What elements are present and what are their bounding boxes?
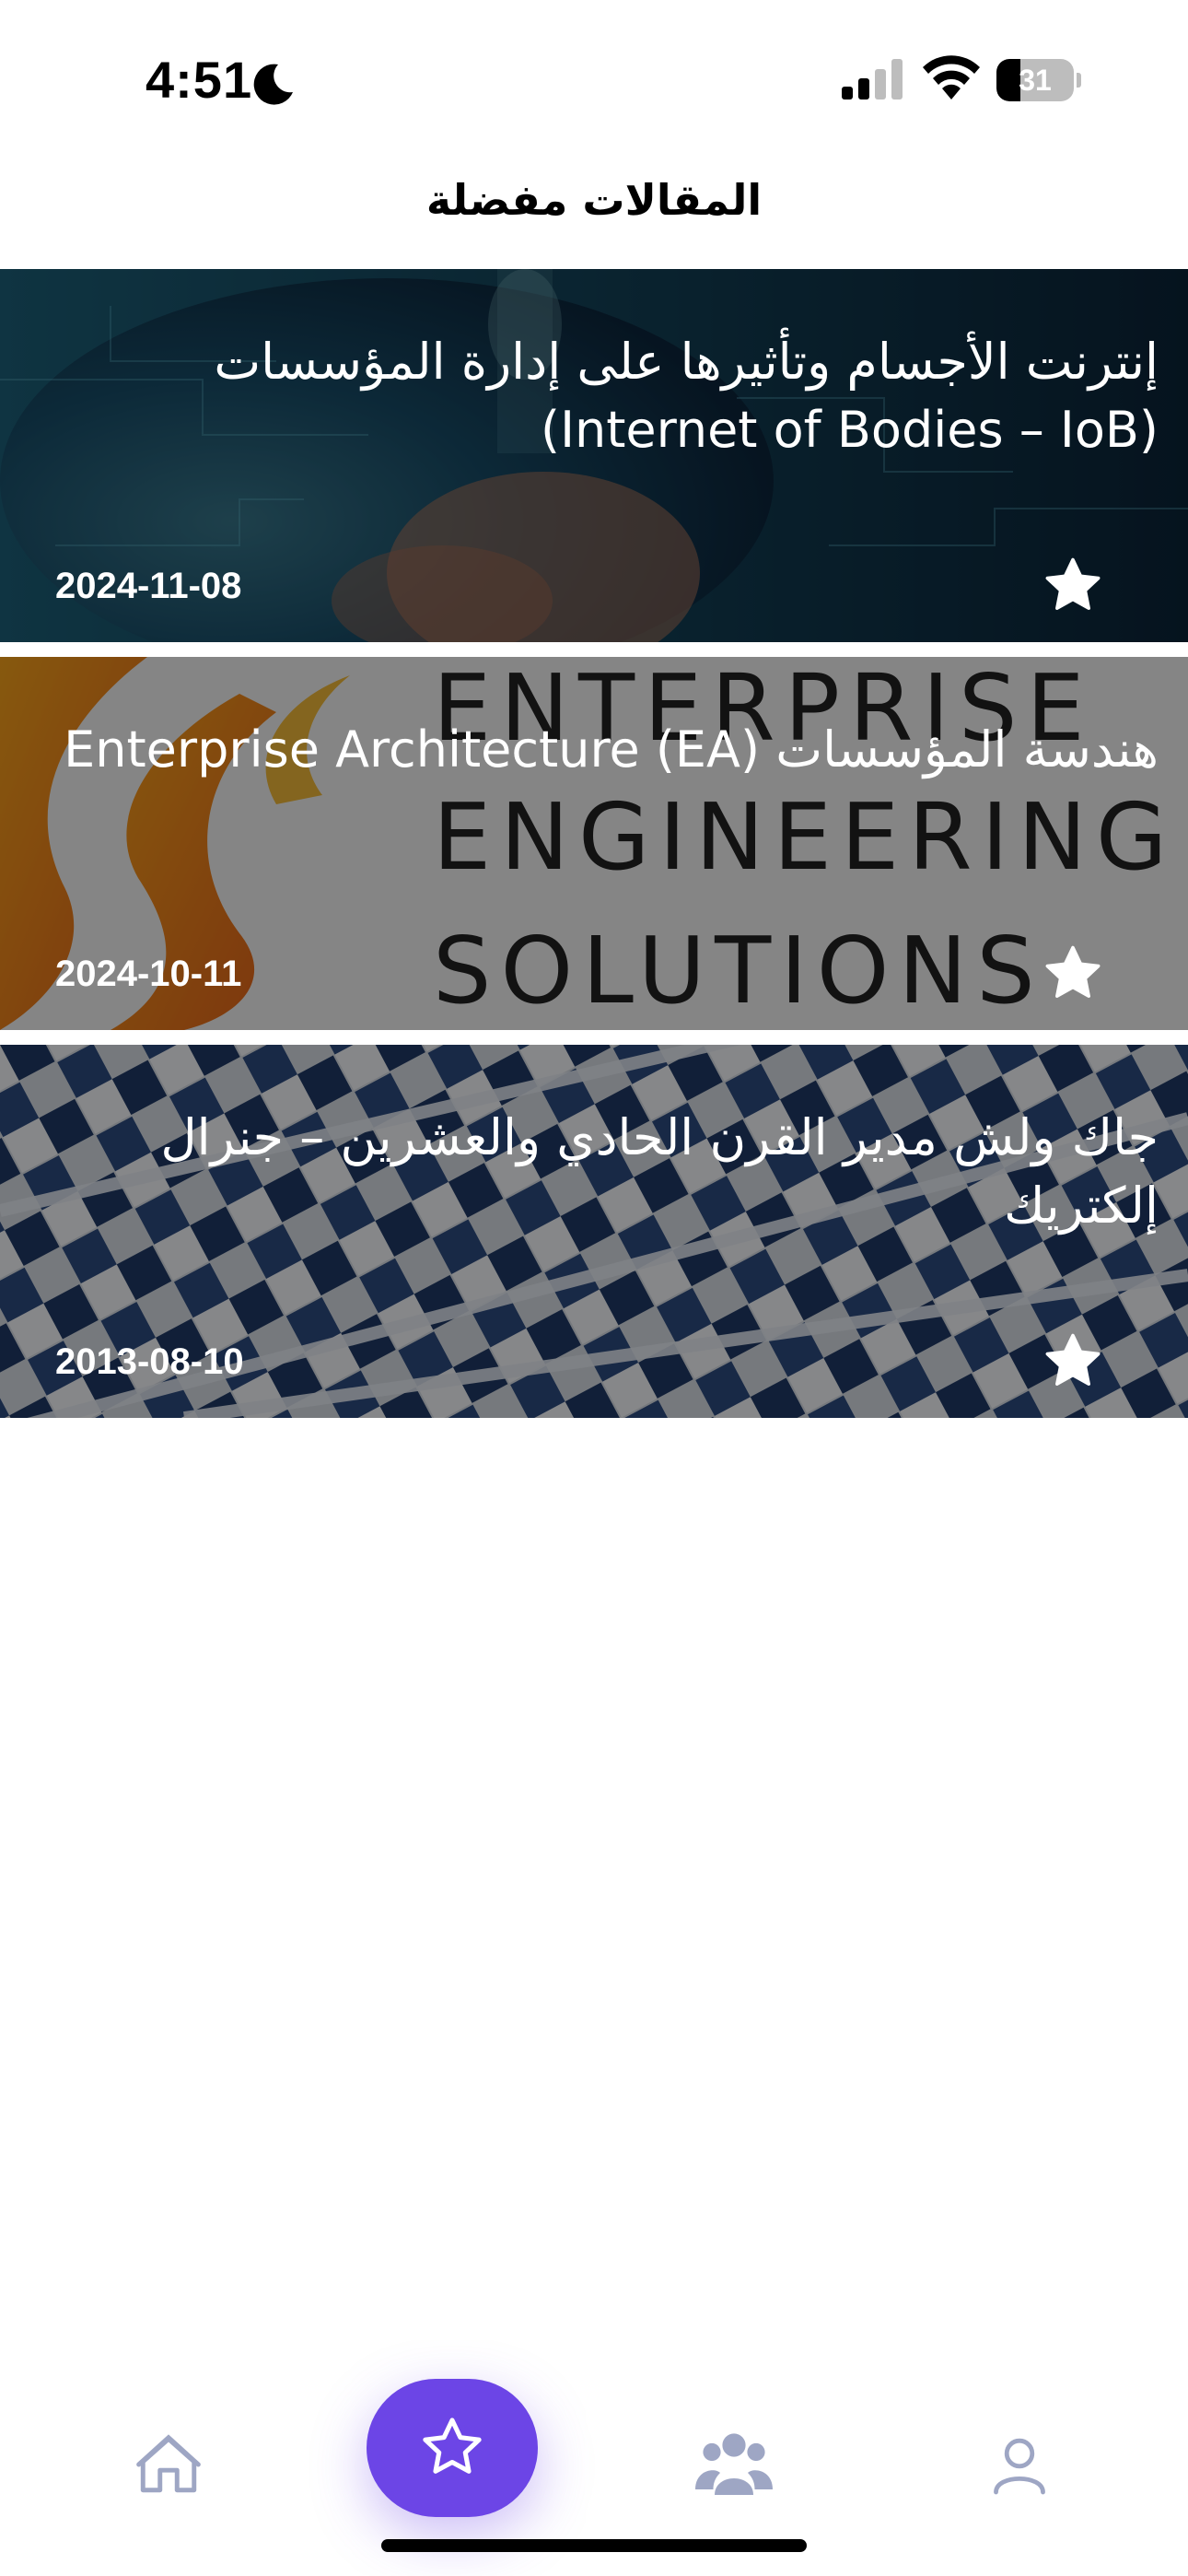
favorite-star-icon[interactable] [1041, 942, 1105, 1006]
article-card[interactable]: إنترنت الأجسام وتأثيرها على إدارة المؤسس… [0, 269, 1188, 642]
home-indicator[interactable] [381, 2539, 807, 2552]
profile-icon [994, 2438, 1045, 2495]
article-card[interactable]: ENTERPRISE ENGINEERING SOLUTIONS هندسة ا… [0, 657, 1188, 1030]
star-icon [423, 2418, 482, 2474]
battery-percent: 31 [1019, 64, 1052, 97]
article-title: هندسة المؤسسات Enterprise Architecture (… [64, 720, 1159, 779]
cellular-signal-icon [842, 59, 903, 100]
article-card[interactable]: جاك ولش مدير القرن الحادي والعشرين – جنر… [0, 1045, 1188, 1418]
article-date: 2024-10-11 [55, 954, 242, 994]
favorites-screen: 4:51 31 المقالات مفضلة إنترنت الأجسام وت… [0, 0, 1188, 2576]
article-title: جاك ولش مدير القرن الحادي والعشرين – جنر… [160, 1108, 1159, 1235]
favorites-list: إنترنت الأجسام وتأثيرها على إدارة المؤسس… [0, 269, 1188, 1433]
article-title: إنترنت الأجسام وتأثيرها على إدارة المؤسس… [214, 333, 1159, 459]
home-icon [136, 2434, 201, 2493]
article-date: 2013-08-10 [55, 1341, 244, 1382]
favorite-star-icon[interactable] [1041, 1329, 1105, 1394]
nav-profile[interactable] [969, 2414, 1070, 2515]
wifi-icon [923, 55, 980, 100]
nav-community[interactable] [683, 2414, 785, 2515]
nav-home[interactable] [118, 2414, 219, 2515]
status-time: 4:51 [146, 51, 253, 109]
page-title: المقالات مفضلة [425, 175, 763, 225]
favorite-star-icon[interactable] [1041, 554, 1105, 618]
moon-icon [253, 64, 293, 105]
battery-icon: 31 [996, 59, 1081, 101]
article-date: 2024-11-08 [55, 566, 242, 606]
group-icon [695, 2433, 773, 2495]
status-bar: 4:51 31 [0, 0, 1188, 157]
nav-favorites[interactable] [367, 2379, 538, 2517]
